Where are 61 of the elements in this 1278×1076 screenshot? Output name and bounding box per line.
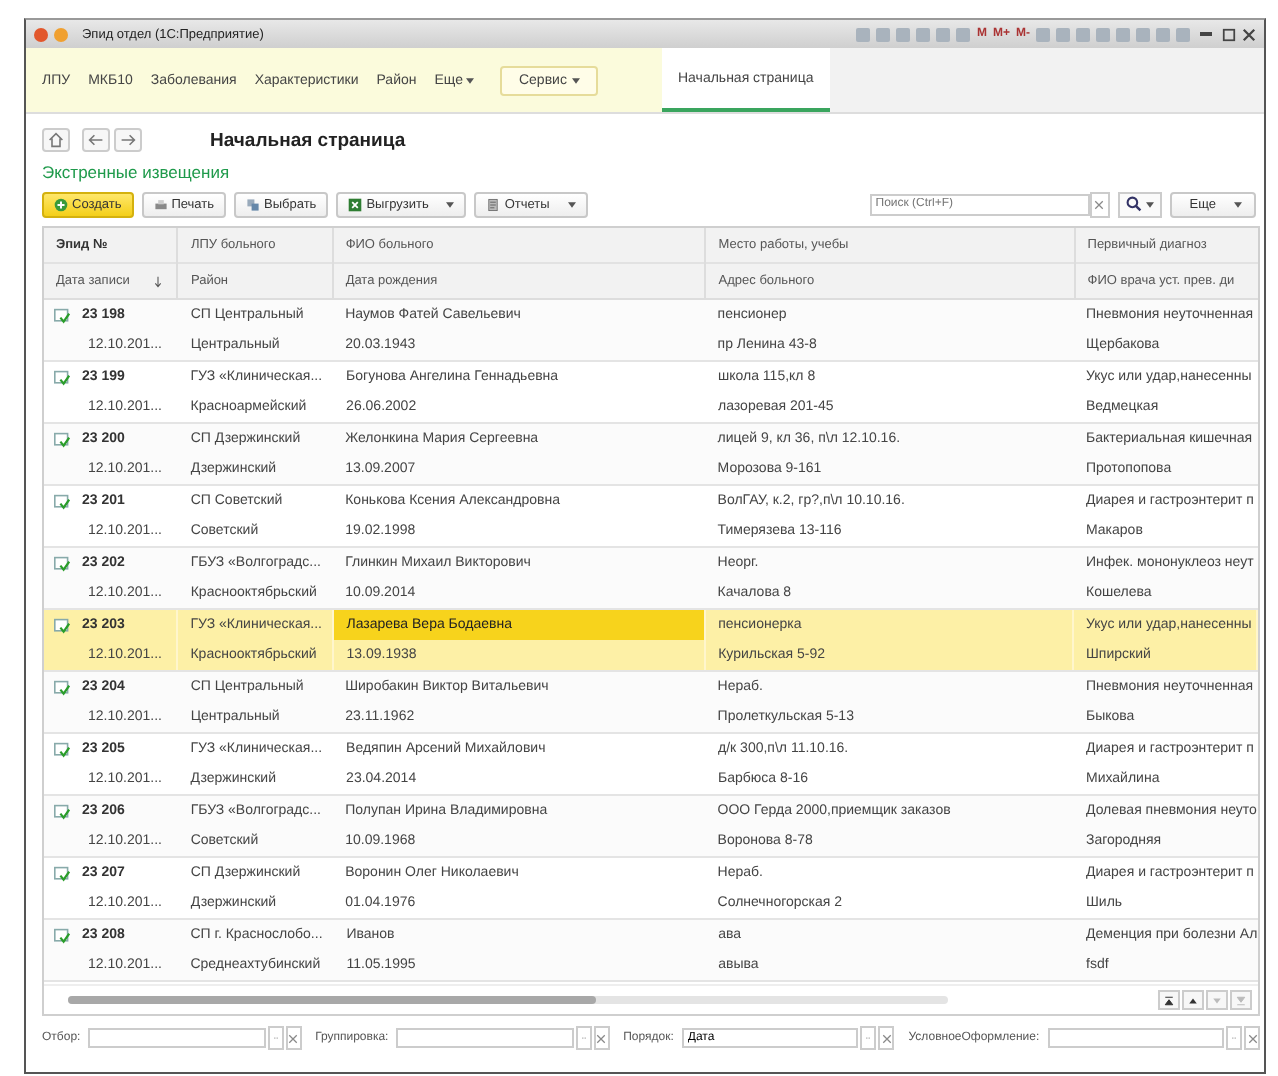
caret-icon [1145,201,1154,207]
forward-button[interactable] [114,128,142,152]
close-icon [596,1033,607,1043]
caret-icon [466,77,475,83]
search-button[interactable] [1117,191,1162,217]
close-icon [288,1033,299,1043]
clear-button[interactable] [1244,1026,1261,1050]
caret-icon [572,77,581,83]
home-button[interactable] [42,128,70,152]
document-check-icon [54,617,70,633]
spreadsheet-icon [348,197,363,211]
maximize-icon[interactable] [1222,27,1236,41]
document-check-icon [54,493,70,509]
choose-button[interactable] [1226,1026,1243,1050]
home-icon [48,132,64,148]
choose-button[interactable] [267,1026,284,1050]
filter-field[interactable] [1047,1028,1225,1048]
page-up-button[interactable] [1182,990,1204,1010]
document-check-icon [54,369,70,385]
squares-icon [246,197,260,211]
page-title: Начальная страница [210,129,406,151]
clear-button[interactable] [878,1026,895,1050]
caret-icon [1234,201,1242,207]
document-check-icon [54,307,70,323]
first-icon [1164,995,1174,1005]
caret-icon [567,201,576,207]
document-check-icon [54,865,70,881]
clear-button[interactable] [593,1026,610,1050]
clear-button[interactable] [285,1026,302,1050]
minimize-icon[interactable] [1200,32,1212,36]
left-arrow-icon [88,132,104,148]
down-triangle-icon [1212,995,1222,1005]
filter-field[interactable] [396,1028,574,1048]
up-triangle-icon [1188,995,1198,1005]
document-check-icon [54,555,70,571]
filter-field[interactable] [88,1028,266,1048]
document-check-icon [54,679,70,695]
sort-arrow-icon [153,275,162,287]
caret-icon [446,201,455,207]
horizontal-scrollbar[interactable] [68,996,948,1004]
right-arrow-icon [120,132,136,148]
choose-button[interactable] [575,1026,592,1050]
close-icon[interactable] [1242,27,1256,41]
clear-button[interactable] [1089,191,1110,217]
close-icon [1247,1033,1258,1043]
printer-icon [153,197,168,211]
plus-icon [54,197,68,211]
document-check-icon [54,741,70,757]
close-icon [1094,199,1105,209]
last-icon [1236,995,1246,1005]
document-check-icon [54,803,70,819]
document-icon [486,197,501,211]
choose-button[interactable] [860,1026,877,1050]
last-page-button[interactable] [1230,990,1252,1010]
back-button[interactable] [82,128,110,152]
close-icon [881,1033,892,1043]
document-check-icon [54,431,70,447]
form-title: Экстренные извещения [42,162,232,182]
first-page-button[interactable] [1158,990,1180,1010]
document-check-icon [54,927,70,943]
search-icon [1125,196,1142,212]
